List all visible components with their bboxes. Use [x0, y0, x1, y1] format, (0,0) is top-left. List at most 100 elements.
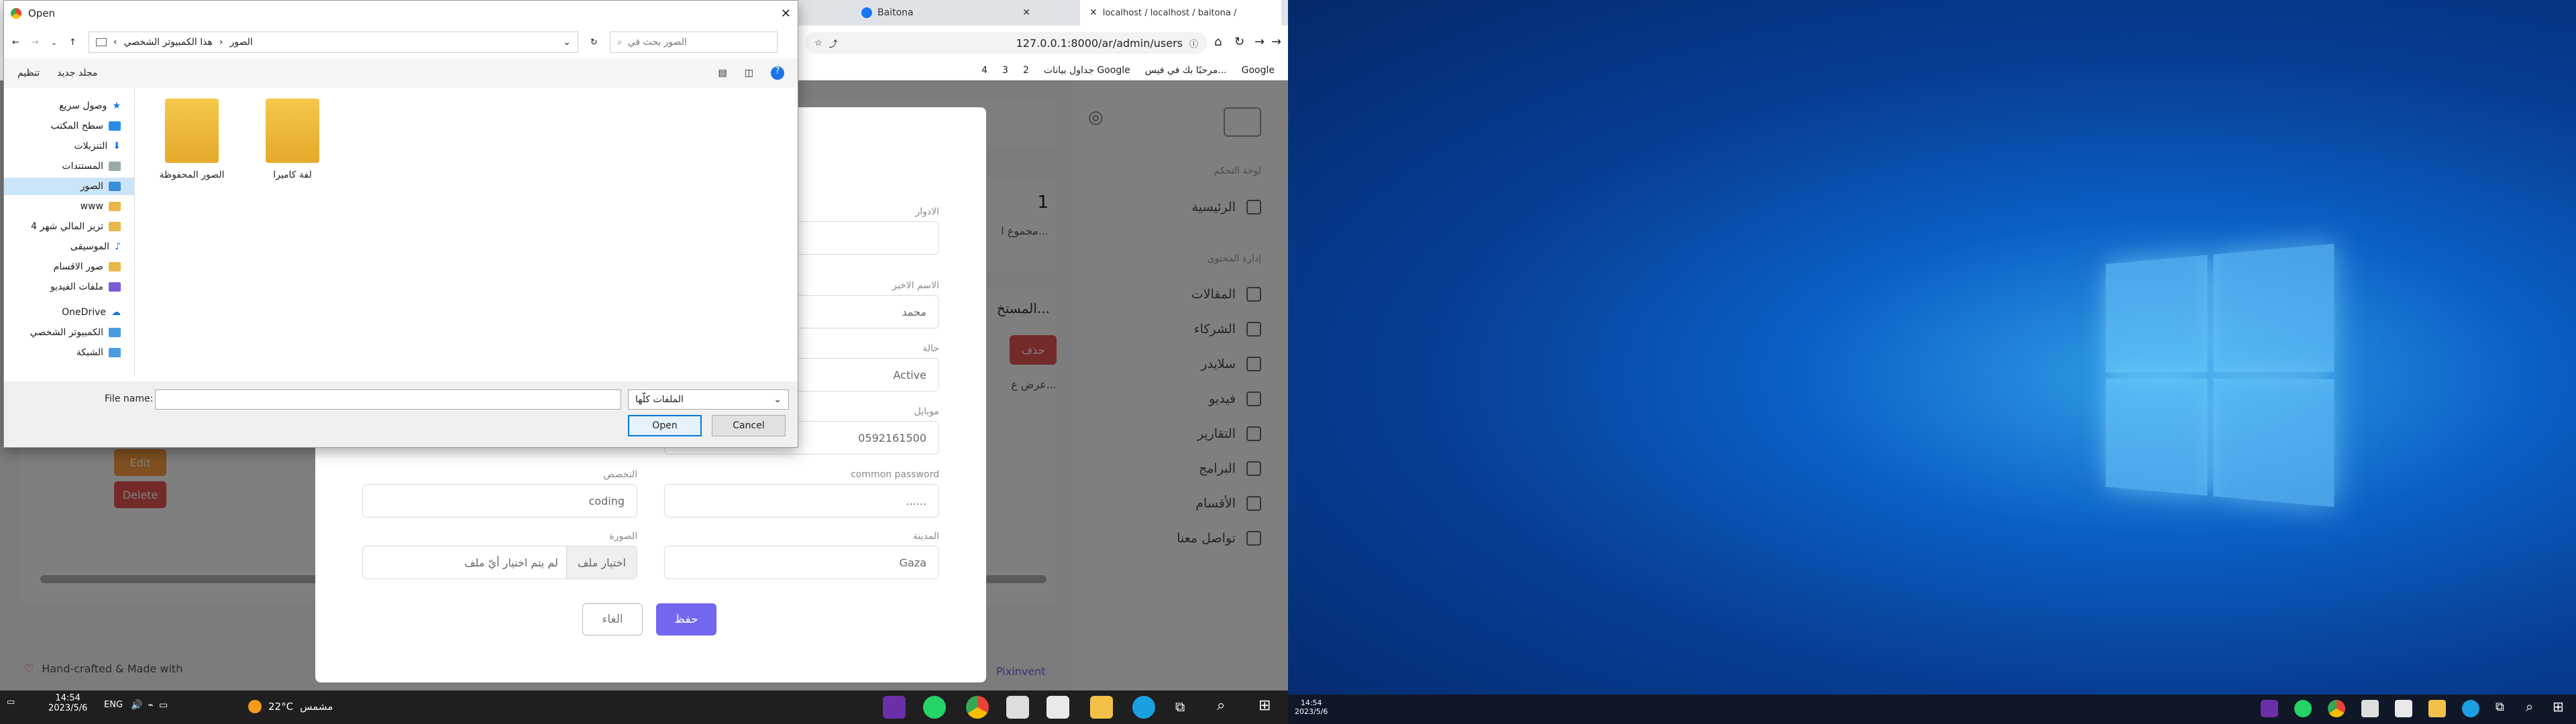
open-button[interactable]: Open: [628, 415, 702, 436]
notification-icon[interactable]: ▭: [7, 697, 25, 716]
clock-secondary[interactable]: 14:54 2023/5/6: [1295, 699, 1328, 716]
city-input[interactable]: Gaza: [664, 546, 939, 579]
preview-pane-icon[interactable]: ◫: [745, 68, 753, 78]
tab-baitona[interactable]: Baitona ✕: [852, 0, 1040, 25]
filename-input[interactable]: [155, 389, 621, 410]
roles-label: الادوار: [915, 206, 939, 217]
file-explorer-icon[interactable]: [1090, 696, 1113, 719]
tree-this-pc[interactable]: الكمبيوتر الشخصي: [30, 324, 121, 341]
task-view-icon[interactable]: ⧉: [2496, 700, 2504, 714]
tree-www[interactable]: www: [80, 198, 121, 215]
recent-dropdown-icon[interactable]: ⌄: [51, 38, 57, 47]
star-icon[interactable]: ☆: [814, 38, 822, 48]
bookmark-2[interactable]: 2: [1023, 65, 1029, 76]
address-bar[interactable]: ☆ ⤴ 127.0.0.1:8000/ar/admin/users ⓘ: [805, 32, 1208, 54]
windows-logo: [2106, 243, 2334, 507]
windows-start-icon[interactable]: ⊞: [1258, 697, 1271, 714]
mobile-label: موبايل: [914, 406, 939, 417]
task-view-icon[interactable]: ⧉: [1175, 699, 1185, 715]
close-tab-icon[interactable]: ✕: [1022, 7, 1030, 18]
edge-icon[interactable]: [2462, 700, 2479, 717]
bookmark-4[interactable]: 4: [981, 65, 987, 76]
folder-icon: [266, 99, 319, 163]
tray-icons[interactable]: 🔊⌁▭: [131, 700, 173, 711]
info-icon[interactable]: ⓘ: [1189, 37, 1198, 50]
breadcrumb[interactable]: ‹ هذا الكمبيوتر الشخصي › الصور ⌄: [88, 32, 578, 53]
bookmark-facebook[interactable]: مرحبًا بك في فيس...: [1145, 65, 1227, 76]
image-label: الصورة: [609, 531, 637, 542]
dialog-commandbar: تنظيم مجلد جديد ▤ ◫ ?: [4, 58, 798, 88]
language-indicator[interactable]: ENG: [104, 700, 123, 710]
tab-localhost[interactable]: ✕ localhost / localhost / baitona /: [1080, 0, 1281, 25]
store-icon[interactable]: [2395, 700, 2412, 717]
back-icon[interactable]: →: [1271, 35, 1281, 49]
tree-downloads[interactable]: التنزيلات ⬇: [74, 137, 121, 155]
bookmark-sheets[interactable]: جداول بيانات Google: [1044, 65, 1130, 76]
file-open-dialog: Open ✕ ← → ⌄ ↑ ‹ هذا الكمبيوتر الشخصي › …: [3, 0, 798, 448]
reload-icon[interactable]: ↻: [1234, 35, 1244, 49]
back-icon[interactable]: ←: [12, 38, 19, 48]
cancel-button[interactable]: الغاء: [582, 603, 643, 636]
view-options-icon[interactable]: ▤: [718, 68, 727, 78]
share-icon[interactable]: ⤴: [829, 37, 838, 50]
tree-pictures[interactable]: الصور: [4, 178, 134, 195]
clock[interactable]: 14:54 2023/5/6: [48, 693, 87, 713]
file-explorer-icon[interactable]: [2428, 700, 2446, 717]
tree-network[interactable]: الشبكة: [76, 344, 121, 361]
image-file-input[interactable]: لم يتم اختيار أيّ ملف اختيار ملف: [362, 546, 637, 579]
app-icon[interactable]: [2261, 700, 2278, 717]
filetype-select[interactable]: الملفات كلّها ⌄: [628, 389, 789, 410]
whatsapp-icon[interactable]: [923, 696, 946, 719]
mail-icon[interactable]: [1006, 696, 1029, 719]
organize-button[interactable]: تنظيم: [17, 68, 40, 78]
close-icon[interactable]: ✕: [781, 7, 791, 21]
forward-icon[interactable]: →: [1254, 35, 1265, 49]
tree-sections-images[interactable]: صور الاقسام: [54, 258, 121, 276]
dialog-cancel-button[interactable]: Cancel: [712, 415, 786, 436]
tree-videos[interactable]: ملفات الفيديو: [50, 278, 121, 296]
edge-icon[interactable]: [1132, 696, 1155, 719]
weather-widget[interactable]: 22°C مشمس: [248, 700, 333, 713]
chrome-icon[interactable]: [2328, 700, 2345, 717]
tree-onedrive[interactable]: OneDrive ☁: [62, 304, 121, 321]
new-folder-button[interactable]: مجلد جديد: [57, 68, 97, 78]
pictures-icon: [109, 182, 121, 191]
bookmark-3[interactable]: 3: [1002, 65, 1008, 76]
save-button[interactable]: حفظ: [656, 603, 716, 636]
tree-quick-access[interactable]: وصول سريع ★: [59, 97, 121, 115]
tree-desktop[interactable]: سطح المكتب: [50, 117, 121, 135]
folder-camera-roll[interactable]: لفة كاميرا: [252, 99, 333, 199]
up-icon[interactable]: ↑: [69, 38, 76, 48]
chrome-icon[interactable]: [966, 696, 989, 719]
home-icon[interactable]: ⌂: [1214, 35, 1222, 49]
folder-icon: [109, 202, 121, 211]
choose-file-button[interactable]: اختيار ملف: [566, 546, 637, 579]
close-tab-icon[interactable]: ✕: [1089, 7, 1097, 18]
search-icon[interactable]: ⌕: [1217, 697, 1225, 714]
facebook-icon: [861, 7, 872, 18]
filename-label: File name:: [105, 394, 154, 404]
tree-documents[interactable]: المستندات: [62, 158, 121, 175]
search-icon[interactable]: ⌕: [2526, 699, 2533, 715]
bookmark-google[interactable]: Google: [1242, 65, 1275, 76]
folder-icon: [109, 222, 121, 231]
tree-music[interactable]: الموسيقى ♪: [70, 238, 121, 255]
tree-report-folder[interactable]: ترير المالي شهر 4: [31, 218, 121, 235]
refresh-icon[interactable]: ↻: [590, 38, 598, 48]
store-icon[interactable]: [1046, 696, 1069, 719]
password-input[interactable]: ......: [664, 484, 939, 518]
taskbar: ▭ 14:54 2023/5/6 ENG 🔊⌁▭ 22°C مشمس ⧉ ⌕ ⊞: [0, 690, 1288, 724]
chevron-down-icon[interactable]: ⌄: [563, 37, 571, 48]
search-input[interactable]: ⌕ الصور بحث في: [609, 32, 777, 53]
mail-icon[interactable]: [2361, 700, 2379, 717]
specialty-input[interactable]: coding: [362, 484, 637, 518]
windows-start-icon[interactable]: ⊞: [2553, 699, 2564, 715]
app-icon[interactable]: [883, 696, 906, 719]
whatsapp-icon[interactable]: [2294, 700, 2312, 717]
folder-saved-pictures[interactable]: الصور المحفوظة: [152, 99, 232, 199]
forward-icon[interactable]: →: [32, 38, 39, 48]
chevron-down-icon: ⌄: [773, 394, 782, 405]
download-icon: ⬇: [113, 141, 121, 152]
search-icon: ⌕: [616, 37, 623, 48]
help-icon[interactable]: ?: [771, 66, 784, 80]
